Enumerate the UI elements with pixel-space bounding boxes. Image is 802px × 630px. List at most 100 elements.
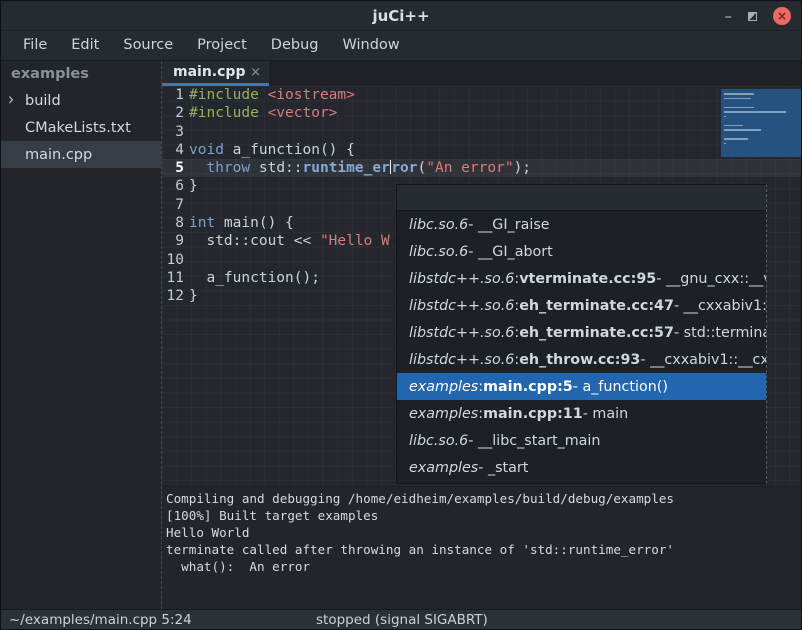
tab-label: main.cpp: [173, 64, 250, 80]
code-segment: "An error": [426, 160, 513, 176]
code-segment: main() {: [215, 215, 294, 231]
cursor-location-label: ~/examples/main.cpp 5:24: [9, 612, 192, 628]
line-number: 5: [162, 159, 189, 177]
line-number: 3: [162, 123, 189, 141]
code-line: 4void a_function() {: [162, 141, 801, 159]
menu-source[interactable]: Source: [111, 33, 185, 59]
tab-main-cpp[interactable]: main.cpp ×: [162, 61, 269, 86]
terminal-line: what(): An error: [166, 558, 801, 575]
code-segment: <iostream>: [268, 87, 355, 103]
minimize-button[interactable]: –: [725, 11, 733, 21]
frame-location: main.cpp:5: [483, 379, 573, 395]
code-text: a_function();: [189, 269, 320, 287]
code-text: throw std::runtime_error("An error");: [189, 159, 531, 177]
terminal-line: [100%] Built target examples: [166, 507, 801, 524]
code-segment: );: [514, 160, 531, 176]
code-segment: }: [189, 288, 198, 304]
menu-file[interactable]: File: [11, 33, 59, 59]
restore-icon[interactable]: [748, 12, 757, 21]
code-segment: }: [189, 178, 198, 194]
line-number: 10: [162, 251, 189, 269]
backtrace-list: libc.so.6 - __GI_raiselibc.so.6 - __GI_a…: [397, 211, 766, 483]
file-label: build: [25, 93, 61, 109]
code-segment: <vector>: [268, 105, 338, 121]
terminal-line: Hello World: [166, 524, 801, 541]
file-label: CMakeLists.txt: [25, 120, 131, 136]
terminal-line: terminate called after throwing an insta…: [166, 541, 801, 558]
frame-function: - __GI_abort: [468, 244, 553, 260]
code-segment: a_function() {: [224, 142, 355, 158]
code-text: #include <iostream>: [189, 86, 355, 104]
code-segment: a_function();: [189, 270, 320, 286]
code-segment: [189, 160, 206, 176]
frame-library: examples: [409, 460, 478, 476]
code-text: #include <vector>: [189, 104, 337, 122]
frame-library: libstdc++.so.6: [409, 325, 514, 341]
code-text: int main() {: [189, 214, 294, 232]
code-line: 1#include <iostream>: [162, 86, 801, 104]
code-segment: int: [189, 215, 215, 231]
source-overview-minimap[interactable]: [721, 89, 801, 157]
backtrace-item[interactable]: examples:main.cpp:11 - main: [397, 400, 766, 427]
code-text: }: [189, 177, 198, 195]
frame-function: - _start: [478, 460, 528, 476]
code-text: void a_function() {: [189, 141, 355, 159]
menu-project[interactable]: Project: [185, 33, 259, 59]
window-title: juCi++: [1, 7, 801, 25]
backtrace-item[interactable]: libc.so.6 - __GI_raise: [397, 211, 766, 238]
frame-location: vterminate.cc:95: [519, 271, 656, 287]
frame-library: libc.so.6: [409, 217, 468, 233]
line-number: 8: [162, 214, 189, 232]
frame-library: libc.so.6: [409, 433, 468, 449]
frame-library: libstdc++.so.6: [409, 298, 514, 314]
code-text: }: [189, 287, 198, 305]
minimap-line: [724, 107, 754, 109]
minimap-line: [724, 129, 761, 131]
titlebar[interactable]: juCi++ – ×: [1, 1, 801, 31]
window-controls: – ×: [725, 1, 792, 31]
sidebar-item-cmakelists-txt[interactable]: CMakeLists.txt: [1, 114, 161, 141]
line-number: 4: [162, 141, 189, 159]
chevron-right-icon: ›: [8, 88, 14, 110]
backtrace-item[interactable]: libstdc++.so.6:eh_throw.cc:93 - __cxxabi…: [397, 346, 766, 373]
backtrace-item[interactable]: libc.so.6 - __libc_start_main: [397, 427, 766, 454]
code-segment: "Hello W: [320, 233, 390, 249]
menu-window[interactable]: Window: [330, 33, 411, 59]
frame-location: eh_terminate.cc:57: [519, 325, 674, 341]
backtrace-item[interactable]: libc.so.6 - __GI_abort: [397, 238, 766, 265]
code-line: 5 throw std::runtime_error("An error");: [162, 159, 801, 177]
code-segment: std::cout <<: [189, 233, 320, 249]
debug-status-label: stopped (signal SIGABRT): [316, 612, 488, 628]
file-label: main.cpp: [25, 147, 92, 163]
frame-library: examples: [409, 379, 478, 395]
backtrace-search-input[interactable]: [397, 185, 766, 211]
frame-library: libc.so.6: [409, 244, 468, 260]
code-segment: void: [189, 142, 224, 158]
menu-debug[interactable]: Debug: [259, 33, 331, 59]
code-segment: ror: [391, 160, 417, 176]
tabbar: main.cpp ×: [162, 61, 801, 86]
code-segment: (: [418, 160, 427, 176]
line-number: 12: [162, 287, 189, 305]
backtrace-item[interactable]: examples - _start: [397, 454, 766, 481]
close-button[interactable]: ×: [773, 7, 791, 25]
backtrace-item[interactable]: libstdc++.so.6:vterminate.cc:95 - __gnu_…: [397, 265, 766, 292]
tab-close-icon[interactable]: ×: [250, 65, 261, 80]
menu-edit[interactable]: Edit: [59, 33, 111, 59]
frame-function: - std::terminate(): [674, 325, 766, 341]
backtrace-item[interactable]: libstdc++.so.6:eh_terminate.cc:57 - std:…: [397, 319, 766, 346]
backtrace-item[interactable]: libstdc++.so.6:eh_terminate.cc:47 - __cx…: [397, 292, 766, 319]
frame-function: - __libc_start_main: [468, 433, 600, 449]
juci-window: juCi++ – × FileEditSourceProjectDebugWin…: [0, 0, 802, 630]
code-segment: #include: [189, 105, 268, 121]
frame-location: eh_terminate.cc:47: [519, 298, 674, 314]
terminal-output[interactable]: Compiling and debugging /home/eidheim/ex…: [162, 486, 801, 609]
sidebar-item-build[interactable]: › build: [1, 87, 161, 114]
sidebar-item-main-cpp[interactable]: main.cpp: [1, 141, 161, 168]
minimap-line: [724, 116, 726, 118]
code-text: std::cout << "Hello W: [189, 232, 390, 250]
line-number: 7: [162, 196, 189, 214]
code-segment: throw: [206, 160, 250, 176]
minimap-line: [724, 143, 726, 145]
backtrace-item[interactable]: examples:main.cpp:5 - a_function(): [397, 373, 766, 400]
